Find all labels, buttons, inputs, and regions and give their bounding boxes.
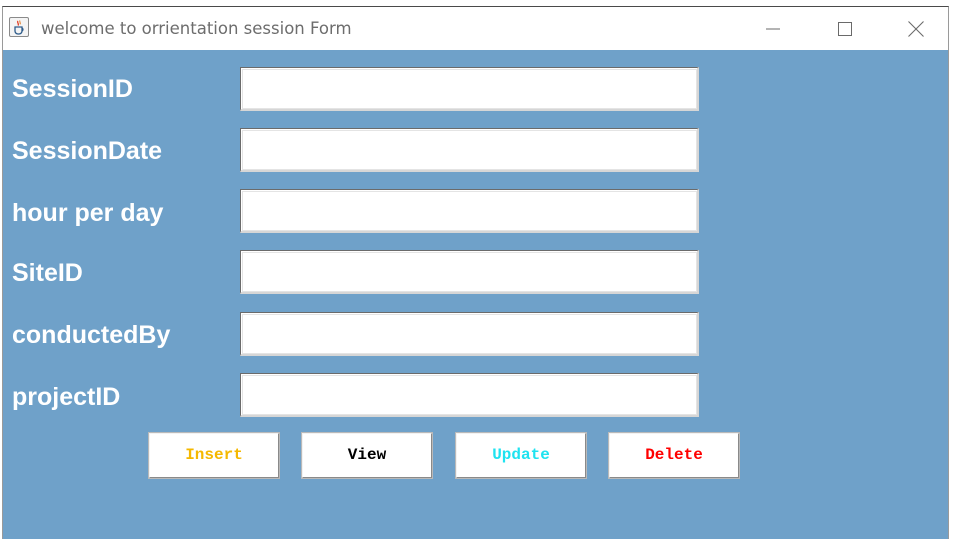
delete-button[interactable]: Delete — [608, 432, 740, 479]
view-button[interactable]: View — [301, 432, 433, 479]
conducted-by-label: conductedBy — [12, 321, 171, 349]
update-button[interactable]: Update — [455, 432, 587, 479]
conducted-by-input[interactable] — [240, 312, 699, 356]
session-date-label: SessionDate — [12, 137, 163, 165]
session-id-label: SessionID — [12, 75, 133, 103]
minimize-button[interactable] — [738, 7, 808, 50]
java-cup-icon[interactable] — [9, 17, 29, 37]
form-panel: SessionID SessionDate hour per day SiteI… — [3, 50, 948, 539]
hour-per-day-input[interactable] — [240, 189, 699, 233]
minimize-icon — [766, 28, 780, 29]
close-icon — [908, 20, 924, 37]
hour-per-day-label: hour per day — [12, 199, 164, 227]
app-window: welcome to orrientation session Form Ses… — [2, 6, 949, 539]
insert-button[interactable]: Insert — [148, 432, 280, 479]
project-id-label: projectID — [12, 383, 121, 411]
maximize-icon — [838, 21, 852, 36]
session-date-input[interactable] — [240, 128, 699, 172]
site-id-label: SiteID — [12, 259, 83, 287]
title-bar[interactable]: welcome to orrientation session Form — [3, 7, 948, 50]
project-id-input[interactable] — [240, 373, 699, 417]
site-id-input[interactable] — [240, 250, 699, 294]
close-button[interactable] — [881, 7, 948, 50]
maximize-button[interactable] — [810, 7, 880, 50]
window-title: welcome to orrientation session Form — [41, 19, 352, 38]
session-id-input[interactable] — [240, 67, 699, 111]
